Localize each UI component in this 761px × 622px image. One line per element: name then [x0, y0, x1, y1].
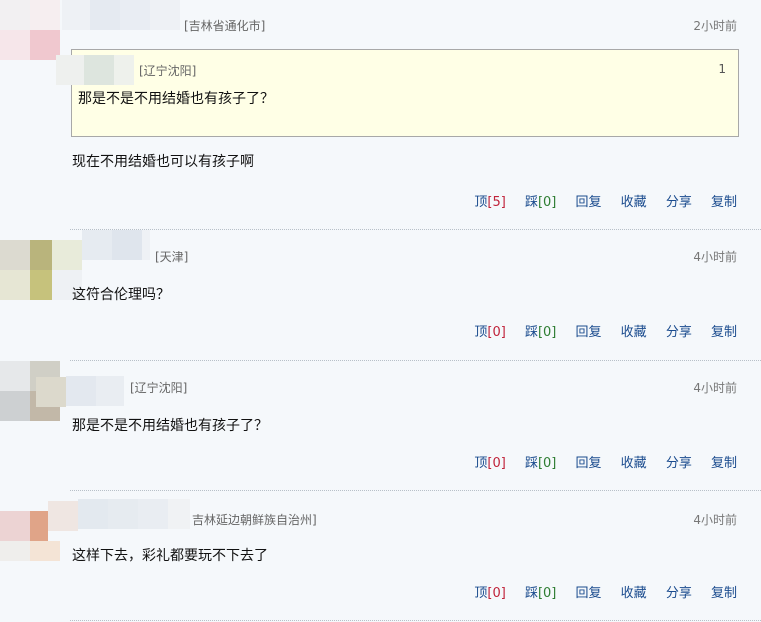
quote-floor-number: 1 — [718, 62, 726, 76]
copy-button[interactable]: 复制 — [711, 325, 737, 340]
comment-text: 这符合伦理吗？ — [72, 287, 170, 303]
user-location: [辽宁沈阳] — [130, 381, 188, 395]
post-time: 2小时前 — [693, 19, 737, 33]
comment-text: 现在不用结婚也可以有孩子啊 — [72, 154, 254, 170]
avatar[interactable] — [0, 361, 66, 421]
favorite-button[interactable]: 收藏 — [621, 325, 647, 340]
reply-button[interactable]: 回复 — [576, 325, 602, 340]
share-button[interactable]: 分享 — [666, 586, 692, 601]
comment-actions: 顶[0] 踩[0] 回复 收藏 分享 复制 — [459, 582, 737, 601]
comment-text: 这样下去，彩礼都要玩不下去了 — [72, 548, 268, 564]
username[interactable] — [78, 499, 190, 529]
reply-button[interactable]: 回复 — [576, 195, 602, 210]
downvote-button[interactable]: 踩[0] — [525, 456, 556, 471]
favorite-button[interactable]: 收藏 — [621, 195, 647, 210]
avatar[interactable] — [0, 0, 62, 60]
username[interactable] — [82, 230, 150, 260]
comment-actions: 顶[0] 踩[0] 回复 收藏 分享 复制 — [459, 452, 737, 471]
comment-item: [天津] 4小时前 这符合伦理吗？ 顶[0] 踩[0] 回复 收藏 分享 复制 — [0, 230, 761, 361]
comment-text: 那是不是不用结婚也有孩子了？ — [72, 418, 268, 434]
downvote-button[interactable]: 踩[0] — [525, 195, 556, 210]
comment-item: [辽宁沈阳] 4小时前 那是不是不用结婚也有孩子了？ 顶[0] 踩[0] 回复 … — [0, 361, 761, 491]
quote-username — [56, 55, 134, 85]
divider — [70, 620, 761, 621]
post-time: 4小时前 — [693, 381, 737, 395]
copy-button[interactable]: 复制 — [711, 456, 737, 471]
user-location: [天津] — [155, 250, 189, 264]
avatar[interactable] — [0, 501, 78, 561]
share-button[interactable]: 分享 — [666, 325, 692, 340]
comment-actions: 顶[0] 踩[0] 回复 收藏 分享 复制 — [459, 321, 737, 340]
share-button[interactable]: 分享 — [666, 456, 692, 471]
upvote-button[interactable]: 顶[0] — [474, 586, 505, 601]
avatar[interactable] — [0, 240, 82, 300]
username[interactable] — [66, 376, 124, 406]
favorite-button[interactable]: 收藏 — [621, 456, 647, 471]
share-button[interactable]: 分享 — [666, 195, 692, 210]
comment-item: [吉林省通化市] 2小时前 [辽宁沈阳] 1 那是不是不用结婚也有孩子了？ 现在… — [0, 0, 761, 230]
comment-item: 吉林延边朝鲜族自治州] 4小时前 这样下去，彩礼都要玩不下去了 顶[0] 踩[0… — [0, 491, 761, 622]
username[interactable] — [62, 0, 180, 30]
upvote-button[interactable]: 顶[5] — [474, 195, 505, 210]
upvote-button[interactable]: 顶[0] — [474, 456, 505, 471]
downvote-button[interactable]: 踩[0] — [525, 586, 556, 601]
post-time: 4小时前 — [693, 250, 737, 264]
comment-actions: 顶[5] 踩[0] 回复 收藏 分享 复制 — [459, 191, 737, 210]
copy-button[interactable]: 复制 — [711, 195, 737, 210]
copy-button[interactable]: 复制 — [711, 586, 737, 601]
post-time: 4小时前 — [693, 513, 737, 527]
user-location: 吉林延边朝鲜族自治州] — [192, 513, 317, 527]
favorite-button[interactable]: 收藏 — [621, 586, 647, 601]
reply-button[interactable]: 回复 — [576, 456, 602, 471]
quote-location: [辽宁沈阳] — [139, 64, 197, 78]
user-location: [吉林省通化市] — [184, 19, 266, 33]
downvote-button[interactable]: 踩[0] — [525, 325, 556, 340]
reply-button[interactable]: 回复 — [576, 586, 602, 601]
quote-text: 那是不是不用结婚也有孩子了？ — [78, 91, 274, 107]
quote-box: [辽宁沈阳] 1 那是不是不用结婚也有孩子了？ — [56, 49, 739, 137]
upvote-button[interactable]: 顶[0] — [474, 325, 505, 340]
